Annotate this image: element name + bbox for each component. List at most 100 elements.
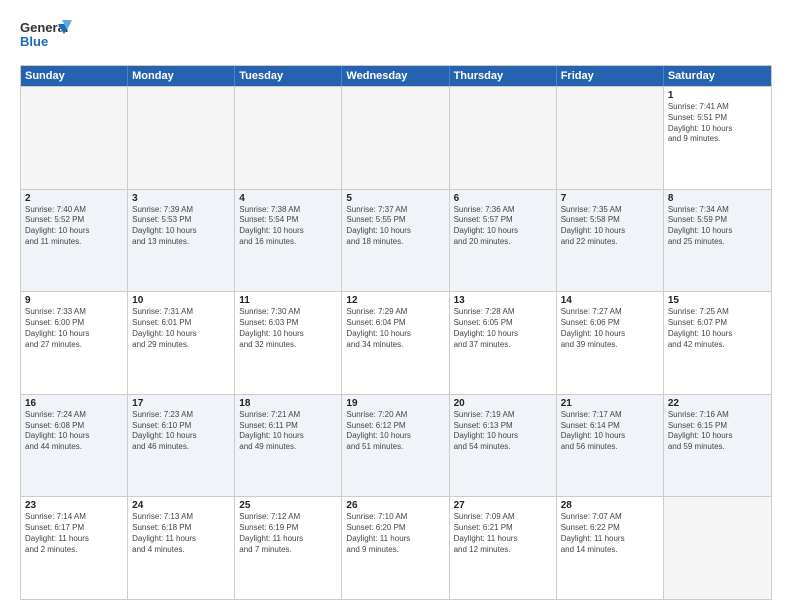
day-number: 1 [668,90,767,101]
day-cell-16: 16Sunrise: 7:24 AM Sunset: 6:08 PM Dayli… [21,395,128,497]
day-info: Sunrise: 7:12 AM Sunset: 6:19 PM Dayligh… [239,512,337,555]
day-info: Sunrise: 7:27 AM Sunset: 6:06 PM Dayligh… [561,307,659,350]
calendar-row-1: 2Sunrise: 7:40 AM Sunset: 5:52 PM Daylig… [21,189,771,292]
day-cell-3: 3Sunrise: 7:39 AM Sunset: 5:53 PM Daylig… [128,190,235,292]
calendar-row-3: 16Sunrise: 7:24 AM Sunset: 6:08 PM Dayli… [21,394,771,497]
day-number: 17 [132,398,230,409]
day-number: 24 [132,500,230,511]
day-cell-5: 5Sunrise: 7:37 AM Sunset: 5:55 PM Daylig… [342,190,449,292]
day-number: 20 [454,398,552,409]
weekday-header-monday: Monday [128,66,235,86]
calendar-body: 1Sunrise: 7:41 AM Sunset: 5:51 PM Daylig… [21,86,771,599]
empty-cell-0-2 [235,87,342,189]
day-number: 16 [25,398,123,409]
day-info: Sunrise: 7:17 AM Sunset: 6:14 PM Dayligh… [561,410,659,453]
day-info: Sunrise: 7:10 AM Sunset: 6:20 PM Dayligh… [346,512,444,555]
day-cell-27: 27Sunrise: 7:09 AM Sunset: 6:21 PM Dayli… [450,497,557,599]
day-info: Sunrise: 7:07 AM Sunset: 6:22 PM Dayligh… [561,512,659,555]
day-number: 11 [239,295,337,306]
day-info: Sunrise: 7:14 AM Sunset: 6:17 PM Dayligh… [25,512,123,555]
day-info: Sunrise: 7:29 AM Sunset: 6:04 PM Dayligh… [346,307,444,350]
svg-text:Blue: Blue [20,34,48,49]
day-cell-1: 1Sunrise: 7:41 AM Sunset: 5:51 PM Daylig… [664,87,771,189]
day-cell-9: 9Sunrise: 7:33 AM Sunset: 6:00 PM Daylig… [21,292,128,394]
empty-cell-0-1 [128,87,235,189]
page-header: General Blue [20,16,772,57]
day-number: 8 [668,193,767,204]
day-number: 3 [132,193,230,204]
day-cell-6: 6Sunrise: 7:36 AM Sunset: 5:57 PM Daylig… [450,190,557,292]
day-number: 6 [454,193,552,204]
day-info: Sunrise: 7:41 AM Sunset: 5:51 PM Dayligh… [668,102,767,145]
day-info: Sunrise: 7:20 AM Sunset: 6:12 PM Dayligh… [346,410,444,453]
weekday-header-sunday: Sunday [21,66,128,86]
day-cell-25: 25Sunrise: 7:12 AM Sunset: 6:19 PM Dayli… [235,497,342,599]
day-info: Sunrise: 7:30 AM Sunset: 6:03 PM Dayligh… [239,307,337,350]
day-number: 25 [239,500,337,511]
day-info: Sunrise: 7:19 AM Sunset: 6:13 PM Dayligh… [454,410,552,453]
day-cell-23: 23Sunrise: 7:14 AM Sunset: 6:17 PM Dayli… [21,497,128,599]
day-info: Sunrise: 7:34 AM Sunset: 5:59 PM Dayligh… [668,205,767,248]
day-cell-13: 13Sunrise: 7:28 AM Sunset: 6:05 PM Dayli… [450,292,557,394]
day-cell-20: 20Sunrise: 7:19 AM Sunset: 6:13 PM Dayli… [450,395,557,497]
day-cell-7: 7Sunrise: 7:35 AM Sunset: 5:58 PM Daylig… [557,190,664,292]
day-info: Sunrise: 7:33 AM Sunset: 6:00 PM Dayligh… [25,307,123,350]
calendar-page: General Blue SundayMondayTuesdayWednesda… [0,0,792,612]
day-cell-17: 17Sunrise: 7:23 AM Sunset: 6:10 PM Dayli… [128,395,235,497]
day-number: 21 [561,398,659,409]
day-cell-28: 28Sunrise: 7:07 AM Sunset: 6:22 PM Dayli… [557,497,664,599]
day-number: 22 [668,398,767,409]
day-number: 19 [346,398,444,409]
day-number: 15 [668,295,767,306]
calendar-row-4: 23Sunrise: 7:14 AM Sunset: 6:17 PM Dayli… [21,496,771,599]
empty-cell-4-6 [664,497,771,599]
day-number: 10 [132,295,230,306]
day-cell-10: 10Sunrise: 7:31 AM Sunset: 6:01 PM Dayli… [128,292,235,394]
day-info: Sunrise: 7:31 AM Sunset: 6:01 PM Dayligh… [132,307,230,350]
day-number: 26 [346,500,444,511]
day-info: Sunrise: 7:13 AM Sunset: 6:18 PM Dayligh… [132,512,230,555]
day-number: 4 [239,193,337,204]
day-number: 14 [561,295,659,306]
day-info: Sunrise: 7:28 AM Sunset: 6:05 PM Dayligh… [454,307,552,350]
calendar-row-0: 1Sunrise: 7:41 AM Sunset: 5:51 PM Daylig… [21,86,771,189]
weekday-header-tuesday: Tuesday [235,66,342,86]
day-cell-8: 8Sunrise: 7:34 AM Sunset: 5:59 PM Daylig… [664,190,771,292]
day-info: Sunrise: 7:25 AM Sunset: 6:07 PM Dayligh… [668,307,767,350]
day-info: Sunrise: 7:24 AM Sunset: 6:08 PM Dayligh… [25,410,123,453]
day-info: Sunrise: 7:38 AM Sunset: 5:54 PM Dayligh… [239,205,337,248]
calendar-row-2: 9Sunrise: 7:33 AM Sunset: 6:00 PM Daylig… [21,291,771,394]
day-cell-14: 14Sunrise: 7:27 AM Sunset: 6:06 PM Dayli… [557,292,664,394]
weekday-header-wednesday: Wednesday [342,66,449,86]
day-number: 23 [25,500,123,511]
day-number: 9 [25,295,123,306]
day-number: 28 [561,500,659,511]
calendar: SundayMondayTuesdayWednesdayThursdayFrid… [20,65,772,600]
weekday-header-thursday: Thursday [450,66,557,86]
day-cell-21: 21Sunrise: 7:17 AM Sunset: 6:14 PM Dayli… [557,395,664,497]
empty-cell-0-0 [21,87,128,189]
day-cell-19: 19Sunrise: 7:20 AM Sunset: 6:12 PM Dayli… [342,395,449,497]
day-number: 5 [346,193,444,204]
empty-cell-0-5 [557,87,664,189]
day-cell-11: 11Sunrise: 7:30 AM Sunset: 6:03 PM Dayli… [235,292,342,394]
day-info: Sunrise: 7:09 AM Sunset: 6:21 PM Dayligh… [454,512,552,555]
day-cell-4: 4Sunrise: 7:38 AM Sunset: 5:54 PM Daylig… [235,190,342,292]
day-cell-24: 24Sunrise: 7:13 AM Sunset: 6:18 PM Dayli… [128,497,235,599]
day-cell-26: 26Sunrise: 7:10 AM Sunset: 6:20 PM Dayli… [342,497,449,599]
day-cell-18: 18Sunrise: 7:21 AM Sunset: 6:11 PM Dayli… [235,395,342,497]
day-number: 7 [561,193,659,204]
day-info: Sunrise: 7:16 AM Sunset: 6:15 PM Dayligh… [668,410,767,453]
weekday-header-saturday: Saturday [664,66,771,86]
day-number: 27 [454,500,552,511]
logo: General Blue [20,16,72,57]
day-info: Sunrise: 7:21 AM Sunset: 6:11 PM Dayligh… [239,410,337,453]
calendar-header: SundayMondayTuesdayWednesdayThursdayFrid… [21,66,771,86]
weekday-header-friday: Friday [557,66,664,86]
day-number: 12 [346,295,444,306]
empty-cell-0-3 [342,87,449,189]
day-number: 2 [25,193,123,204]
day-cell-22: 22Sunrise: 7:16 AM Sunset: 6:15 PM Dayli… [664,395,771,497]
day-info: Sunrise: 7:35 AM Sunset: 5:58 PM Dayligh… [561,205,659,248]
logo-icon: General Blue [20,16,72,52]
